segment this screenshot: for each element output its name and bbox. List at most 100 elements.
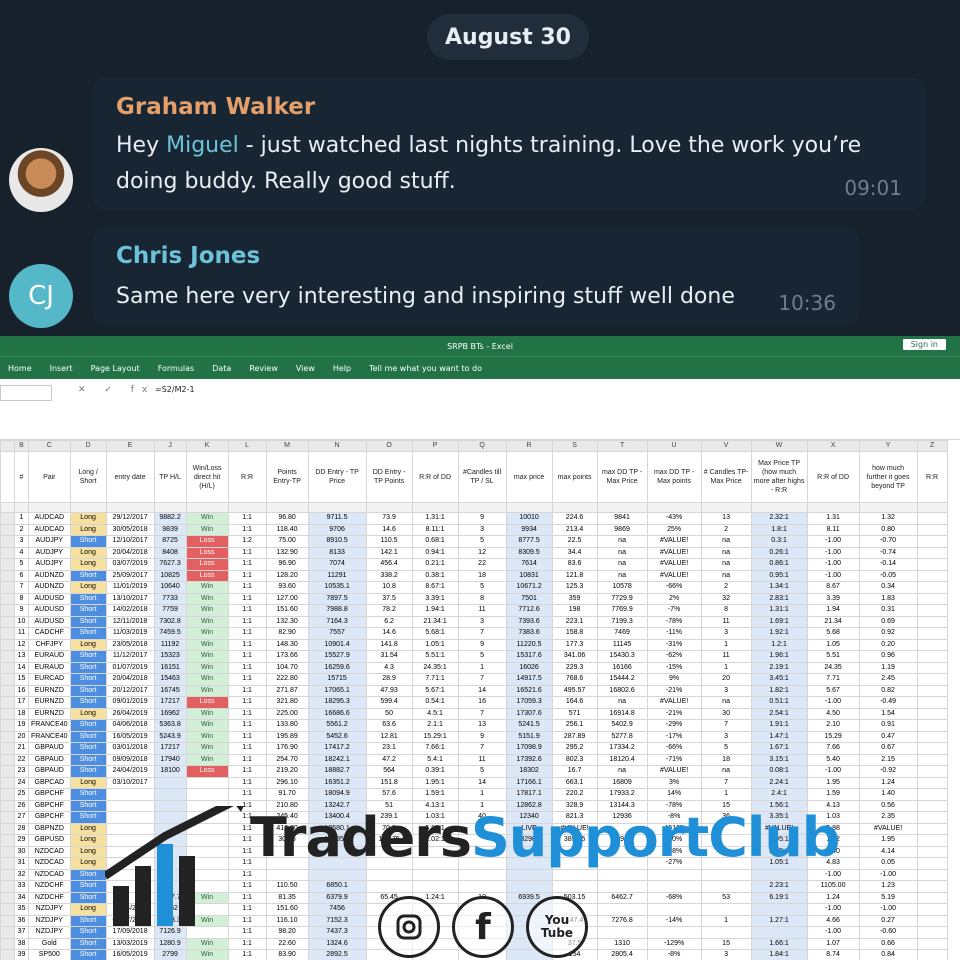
cell[interactable]	[596, 868, 648, 881]
cell[interactable]: Long	[69, 638, 107, 651]
cell[interactable]: 13	[700, 512, 752, 525]
cell[interactable]: 1.40	[858, 788, 918, 801]
cell[interactable]: Short	[69, 788, 107, 801]
cell[interactable]: 1.24	[806, 891, 860, 904]
ribbon-tab[interactable]: Page Layout	[91, 364, 140, 373]
cell[interactable]: 1.84:1	[750, 949, 808, 960]
cell[interactable]: Short	[69, 615, 107, 628]
cell[interactable]: 7074	[307, 558, 367, 571]
cell[interactable]: 03/07/2019	[105, 558, 155, 571]
cell[interactable]: Short	[69, 592, 107, 605]
cell[interactable]	[69, 502, 107, 513]
table-row[interactable]: 14 EURAUD Short 01/07/2019 16151 Win 1:1 104.70…	[0, 661, 948, 674]
cell[interactable]: 141.8	[365, 638, 413, 651]
cell[interactable]: 0.82	[858, 684, 918, 697]
cell[interactable]	[0, 880, 15, 893]
cell[interactable]: 1.67:1	[750, 742, 808, 755]
cell[interactable]: -1.00	[806, 903, 860, 916]
cell[interactable]: 14.6	[365, 523, 413, 536]
cell[interactable]: 1:1	[227, 834, 267, 847]
cell[interactable]: Win	[185, 742, 229, 755]
cell[interactable]	[105, 834, 155, 847]
cell[interactable]: 1.2:1	[750, 638, 808, 651]
cell[interactable]: 14917.5	[505, 673, 553, 686]
cell[interactable]: 220.2	[551, 788, 598, 801]
cell[interactable]: # Candles TP-Max Price	[700, 451, 752, 503]
cell[interactable]	[0, 949, 15, 960]
cell[interactable]	[700, 845, 752, 858]
cell[interactable]: -43%	[646, 512, 702, 525]
cell[interactable]: 17166.1	[505, 776, 553, 789]
cell[interactable]: 22.5	[551, 535, 598, 548]
cell[interactable]: 1.82:1	[750, 684, 808, 697]
cell[interactable]	[411, 868, 459, 881]
cell[interactable]: 148.30	[265, 638, 309, 651]
cell[interactable]: 36	[700, 811, 752, 824]
cell[interactable]: 1.05:1	[750, 857, 808, 870]
cell[interactable]: 3	[457, 523, 507, 536]
cell[interactable]: 1.23	[858, 880, 918, 893]
cell[interactable]: 9711.5	[307, 512, 367, 525]
cell[interactable]: 2.10	[806, 719, 860, 732]
cell[interactable]: 29/12/2017	[105, 512, 155, 525]
cell[interactable]: 1.47:1	[750, 730, 808, 743]
cell[interactable]: 1.34:1	[750, 581, 808, 594]
cell[interactable]: 0.66	[858, 937, 918, 950]
cell[interactable]	[411, 903, 459, 916]
cell[interactable]: 5.4:1	[411, 753, 459, 766]
cell[interactable]: -4613%	[646, 822, 702, 835]
cell[interactable]: 125.3	[551, 581, 598, 594]
cell[interactable]: 14	[14, 661, 29, 674]
cell[interactable]: 37	[14, 926, 29, 939]
cell[interactable]	[0, 742, 15, 755]
cell[interactable]: Short	[69, 811, 107, 824]
cell[interactable]: Short	[69, 799, 107, 812]
cell[interactable]	[596, 502, 648, 513]
cell[interactable]: 13242.7	[307, 799, 367, 812]
cell[interactable]: 1.59	[806, 788, 860, 801]
cell[interactable]	[365, 926, 413, 939]
cell[interactable]: 7	[457, 707, 507, 720]
cell[interactable]: 9882.2	[153, 512, 187, 525]
cell[interactable]: 5.88	[806, 822, 860, 835]
cell[interactable]: 1:1	[227, 868, 267, 881]
cell[interactable]: 1105.00	[806, 880, 860, 893]
cell[interactable]	[916, 857, 948, 870]
cell[interactable]: -1.00	[858, 868, 918, 881]
cell[interactable]: Y	[858, 440, 918, 452]
cell[interactable]: 5452.6	[307, 730, 367, 743]
cell[interactable]: -1.00	[806, 546, 860, 559]
cell[interactable]: 17307.6	[505, 707, 553, 720]
cell[interactable]: 98.20	[265, 926, 309, 939]
cell[interactable]: Win	[185, 684, 229, 697]
cell[interactable]: NZDCHF	[28, 880, 71, 893]
cell[interactable]: 7712.6	[505, 604, 553, 617]
cell[interactable]	[916, 937, 948, 950]
cell[interactable]: 12/10/2017	[105, 535, 155, 548]
cell[interactable]	[105, 799, 155, 812]
cell[interactable]: Win	[185, 707, 229, 720]
cell[interactable]: 10578	[596, 581, 648, 594]
cell[interactable]	[0, 592, 15, 605]
cell[interactable]	[916, 627, 948, 640]
cell[interactable]: 8725	[153, 535, 187, 548]
cell[interactable]: 6850.1	[307, 880, 367, 893]
cell[interactable]: 5	[457, 650, 507, 663]
cell[interactable]: R:R of DD	[806, 451, 860, 503]
cell[interactable]: 15463	[153, 673, 187, 686]
cell[interactable]: 1:1	[227, 707, 267, 720]
cell[interactable]: 1.95:1	[411, 776, 459, 789]
cell[interactable]: NZDJPY	[28, 914, 71, 927]
cell[interactable]: 20/04/2018	[105, 546, 155, 559]
cell[interactable]	[916, 742, 948, 755]
cell[interactable]	[916, 903, 948, 916]
cell[interactable]: Long	[69, 776, 107, 789]
cell[interactable]: 4.50	[806, 707, 860, 720]
cell[interactable]	[105, 822, 155, 835]
cell[interactable]: 7.71	[806, 673, 860, 686]
cell[interactable]: 256.1	[551, 719, 598, 732]
cell[interactable]	[153, 868, 187, 881]
cell[interactable]: 7759	[153, 604, 187, 617]
cell[interactable]	[916, 638, 948, 651]
cell[interactable]: 22	[14, 753, 29, 766]
